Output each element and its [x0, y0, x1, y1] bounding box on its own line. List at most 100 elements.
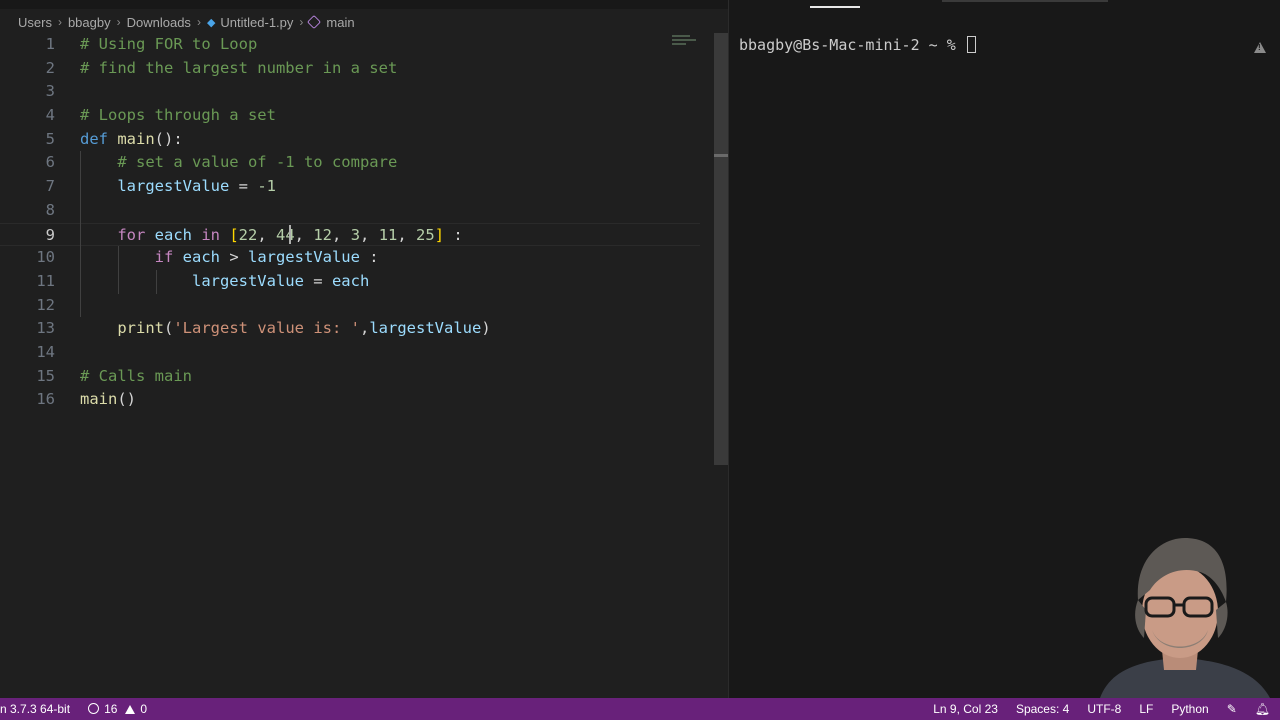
- error-icon: [88, 703, 100, 714]
- code-line[interactable]: 5 def main():: [0, 128, 700, 152]
- code-token: # Calls main: [80, 366, 192, 385]
- code-text: largestValue = -1: [80, 175, 276, 199]
- notifications-bell-icon[interactable]: 🔔︎: [1255, 702, 1270, 716]
- terminal-prompt-text: bbagby@Bs-Mac-mini-2 ~ %: [739, 36, 965, 54]
- code-line[interactable]: 3: [0, 80, 700, 104]
- line-number[interactable]: 10: [0, 246, 55, 270]
- encoding-status[interactable]: UTF-8: [1087, 702, 1121, 716]
- code-token: ,: [359, 319, 370, 338]
- language-mode-status[interactable]: Python: [1171, 702, 1208, 716]
- code-line[interactable]: 6 # set a value of -1 to compare: [0, 151, 700, 175]
- code-token: :: [359, 248, 379, 267]
- breadcrumb: Users › bbagby › Downloads › ◆ Untitled-…: [0, 10, 728, 34]
- line-number[interactable]: 6: [0, 151, 55, 175]
- code-token: [: [229, 225, 239, 244]
- breadcrumb-item-bbagby[interactable]: bbagby: [68, 15, 111, 30]
- breadcrumb-item-file[interactable]: Untitled-1.py: [220, 15, 293, 30]
- eol-status[interactable]: LF: [1139, 702, 1153, 716]
- line-number[interactable]: 14: [0, 341, 55, 365]
- line-number[interactable]: 8: [0, 199, 55, 223]
- terminal-prompt[interactable]: bbagby@Bs-Mac-mini-2 ~ %: [739, 36, 976, 54]
- code-text: # find the largest number in a set: [80, 57, 397, 81]
- line-number[interactable]: 5: [0, 128, 55, 152]
- line-number[interactable]: 16: [0, 388, 55, 412]
- code-token: each: [154, 225, 192, 244]
- code-line[interactable]: 12: [0, 294, 700, 318]
- code-token: 'Largest value is: ': [173, 319, 360, 338]
- line-number[interactable]: 7: [0, 175, 55, 199]
- code-line[interactable]: 11 largestValue = each: [0, 270, 700, 294]
- line-number[interactable]: 11: [0, 270, 55, 294]
- code-token: 25: [416, 225, 435, 244]
- code-line[interactable]: 7 largestValue = -1: [0, 175, 700, 199]
- code-token: =: [303, 271, 332, 290]
- line-number[interactable]: 3: [0, 80, 55, 104]
- breadcrumb-item-users[interactable]: Users: [18, 15, 52, 30]
- feedback-icon[interactable]: ✎: [1227, 702, 1237, 716]
- code-line[interactable]: 10 if each > largestValue :: [0, 246, 700, 270]
- indentation-status[interactable]: Spaces: 4: [1016, 702, 1069, 716]
- code-token: ,: [257, 225, 276, 244]
- breadcrumb-item-downloads[interactable]: Downloads: [127, 15, 191, 30]
- code-token: ():: [154, 129, 183, 148]
- chevron-right-icon: ›: [57, 15, 62, 29]
- line-number[interactable]: 4: [0, 104, 55, 128]
- warning-icon[interactable]: [1254, 42, 1266, 53]
- code-line[interactable]: 2 # find the largest number in a set: [0, 57, 700, 81]
- code-text: # Using FOR to Loop: [80, 33, 257, 57]
- code-line[interactable]: 9 for each in [22, 44, 12, 3, 11, 25] :: [0, 222, 700, 248]
- editor-tab-strip: [0, 0, 728, 9]
- line-number[interactable]: 1: [0, 33, 55, 57]
- code-line[interactable]: 16 main(): [0, 388, 700, 412]
- code-token: =: [229, 177, 258, 196]
- problems-status[interactable]: 16 0: [88, 702, 147, 716]
- code-token: in: [191, 225, 230, 244]
- line-number[interactable]: 12: [0, 294, 55, 318]
- scrollbar-cursor-marker: [714, 154, 728, 157]
- python-interpreter-status[interactable]: n 3.7.3 64-bit: [0, 702, 70, 716]
- chevron-right-icon: ›: [196, 15, 201, 29]
- code-line[interactable]: 1 # Using FOR to Loop: [0, 33, 700, 57]
- code-token: ,: [332, 225, 351, 244]
- terminal-active-tab-indicator: [810, 6, 860, 8]
- terminal-tab-strip: [942, 0, 1108, 2]
- code-line[interactable]: 14: [0, 341, 700, 365]
- code-token: 22: [238, 225, 258, 244]
- code-line[interactable]: 4 # Loops through a set: [0, 104, 700, 128]
- code-token: largestValue: [247, 248, 360, 267]
- code-token: main: [117, 129, 155, 148]
- code-editor[interactable]: 1 # Using FOR to Loop 2 # find the largest …: [0, 33, 700, 412]
- editor-scrollbar[interactable]: [714, 33, 728, 465]
- line-number[interactable]: 9: [0, 224, 55, 248]
- code-line[interactable]: 15 # Calls main: [0, 365, 700, 389]
- line-number[interactable]: 15: [0, 365, 55, 389]
- status-bar: n 3.7.3 64-bit 16 0 Ln 9, Col 23 Spaces: …: [0, 698, 1280, 720]
- cursor-position-status[interactable]: Ln 9, Col 23: [933, 702, 998, 716]
- code-line[interactable]: 8: [0, 199, 700, 223]
- code-text: print('Largest value is: ',largestValue): [80, 317, 491, 341]
- code-text: largestValue = each: [80, 270, 369, 294]
- code-token: if: [154, 248, 183, 267]
- line-number[interactable]: 13: [0, 317, 55, 341]
- code-token: largestValue: [117, 177, 230, 196]
- line-number[interactable]: 2: [0, 57, 55, 81]
- code-line[interactable]: 13 print('Largest value is: ',largestVal…: [0, 317, 700, 341]
- code-token: # Using FOR to Loop: [80, 35, 258, 53]
- webcam-overlay: [1080, 530, 1280, 698]
- editor-pane[interactable]: Users › bbagby › Downloads › ◆ Untitled-…: [0, 0, 728, 698]
- code-token: main: [80, 390, 118, 409]
- minimap[interactable]: [672, 35, 702, 49]
- code-text: if each > largestValue :: [80, 246, 379, 270]
- code-token: ): [481, 319, 491, 338]
- code-token: ,: [360, 225, 379, 244]
- terminal-cursor: [966, 36, 976, 53]
- breadcrumb-item-main[interactable]: main: [326, 15, 354, 30]
- text-cursor: [289, 225, 291, 244]
- code-token: largestValue: [369, 319, 482, 338]
- code-token: each: [331, 271, 370, 290]
